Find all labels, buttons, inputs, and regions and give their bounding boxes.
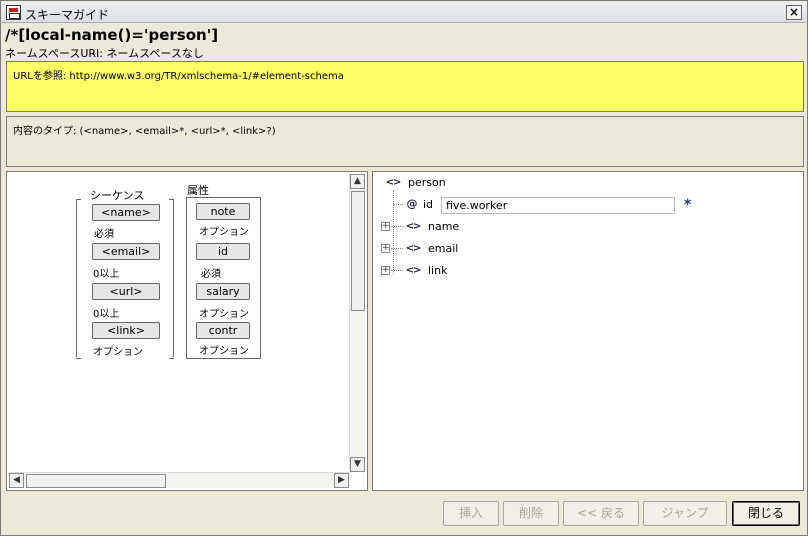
sequence-item-name[interactable]: <name> (92, 204, 160, 221)
tree-node-name[interactable]: name (428, 218, 459, 236)
jump-button[interactable]: ジャンプ (643, 501, 727, 526)
attribute-item-salary[interactable]: salary (196, 283, 250, 300)
tree-connector (391, 270, 403, 271)
schema-diagram-pane: シーケンス <name> 必須 <email> 0以上 <url> 0以上 <l… (6, 171, 368, 491)
diagram-horizontal-scrollbar[interactable]: ◀ ▶ (9, 472, 349, 488)
sequence-item-email-note: 0以上 (93, 269, 120, 280)
element-icon: <> (385, 177, 402, 188)
attribute-item-note[interactable]: note (196, 203, 250, 220)
close-icon[interactable]: × (786, 5, 802, 20)
content-type-text: 内容のタイプ: (<name>, <email>*, <url>*, <link… (13, 126, 276, 137)
tree-connector (393, 190, 394, 274)
close-button[interactable]: 閉じる (732, 501, 800, 526)
content-type-box: 内容のタイプ: (<name>, <email>*, <url>*, <link… (6, 116, 804, 167)
scroll-down-icon[interactable]: ▼ (350, 457, 365, 472)
expand-icon[interactable]: + (381, 266, 390, 275)
diagram-vertical-scrollbar[interactable]: ▲ ▼ (349, 174, 365, 472)
attribute-icon: @ (406, 197, 418, 210)
horizontal-scroll-thumb[interactable] (26, 474, 166, 488)
element-icon: <> (405, 243, 422, 254)
insert-button[interactable]: 挿入 (443, 501, 499, 526)
xpath-title: /*[local-name()='person'] (5, 26, 219, 44)
attribute-item-salary-note: オプション (199, 309, 249, 320)
sequence-title: シーケンス (88, 187, 147, 203)
tree-connector (391, 226, 403, 227)
tree-node-person[interactable]: person (408, 174, 446, 192)
window-title: スキーマガイド (25, 8, 110, 22)
reference-url-box: URLを参照: http://www.w3.org/TR/xmlschema-1… (6, 61, 804, 112)
reference-url-text[interactable]: URLを参照: http://www.w3.org/TR/xmlschema-1… (13, 71, 344, 82)
expand-icon[interactable]: + (381, 222, 390, 231)
attributes-title: 属性 (187, 184, 209, 197)
tree-connector (393, 204, 403, 205)
required-marker: * (684, 197, 692, 213)
namespace-label: ネームスペースURI: ネームスペースなし (5, 47, 204, 60)
delete-button[interactable]: 削除 (503, 501, 559, 526)
sequence-item-url-note: 0以上 (93, 309, 120, 320)
vertical-scroll-thumb[interactable] (351, 191, 365, 311)
sequence-item-link[interactable]: <link> (92, 322, 160, 339)
attribute-item-contr-note: オプション (199, 346, 249, 357)
sequence-item-email[interactable]: <email> (92, 243, 160, 260)
scroll-up-icon[interactable]: ▲ (350, 174, 365, 189)
element-icon: <> (405, 265, 422, 276)
schema-guide-window: スキーマガイド × /*[local-name()='person'] ネームス… (0, 0, 808, 536)
instance-tree-pane: <> person @ id five.worker * + <> name +… (372, 171, 804, 491)
scroll-right-icon[interactable]: ▶ (334, 473, 349, 488)
element-icon: <> (405, 221, 422, 232)
sequence-item-name-note: 必須 (94, 229, 114, 240)
back-button[interactable]: << 戻る (563, 501, 639, 526)
expand-icon[interactable]: + (381, 244, 390, 253)
sequence-item-url[interactable]: <url> (92, 283, 160, 300)
app-icon (6, 5, 21, 20)
tree-node-link[interactable]: link (428, 262, 447, 280)
tree-connector (391, 248, 403, 249)
scroll-left-icon[interactable]: ◀ (9, 473, 24, 488)
title-bar: スキーマガイド × (2, 2, 806, 23)
attribute-item-note-note: オプション (199, 227, 249, 238)
attribute-item-id-note: 必須 (201, 269, 221, 280)
attribute-item-id[interactable]: id (196, 243, 250, 260)
tree-attr-id-label: id (423, 198, 434, 211)
sequence-item-link-note: オプション (93, 347, 143, 358)
attribute-item-contr[interactable]: contr (196, 322, 250, 339)
id-attribute-input[interactable]: five.worker (441, 197, 675, 214)
tree-node-email[interactable]: email (428, 240, 458, 258)
